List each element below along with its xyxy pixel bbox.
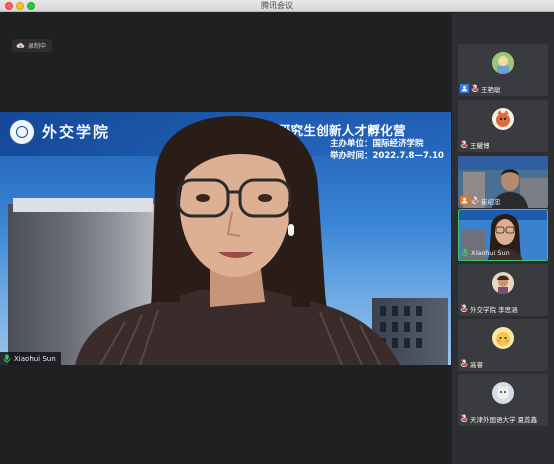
- participant-tile[interactable]: 崔绍忠: [458, 156, 548, 208]
- participant-name: 崔绍忠: [481, 197, 501, 206]
- mic-muted-icon: [460, 140, 468, 149]
- avatar: [492, 108, 514, 130]
- mic-muted-icon: [471, 84, 479, 93]
- participant-label: 崔绍忠: [460, 195, 501, 206]
- school-logo-icon: [8, 118, 36, 146]
- participant-name: 王耀博: [470, 141, 490, 150]
- participant-gallery: 王艳聪 王耀博 崔绍忠 Xiaohui Sun 外交学院 李思涵 高睿 天津外国…: [452, 13, 554, 464]
- speaker-name: Xiaohui Sun: [14, 354, 56, 363]
- participant-tile[interactable]: 天津外国语大学 夏蕊鑫: [458, 374, 548, 426]
- cohost-icon: [460, 196, 469, 205]
- mic-muted-icon: [460, 359, 468, 368]
- mic-muted-icon: [460, 304, 468, 313]
- recording-label: 录制中: [28, 43, 47, 50]
- participant-tile[interactable]: 王耀博: [458, 100, 548, 152]
- participant-label: 天津外国语大学 夏蕊鑫: [460, 413, 537, 424]
- participant-label: Xiaohui Sun: [461, 247, 510, 258]
- avatar: [492, 327, 514, 349]
- window-title: 腾讯会议: [261, 1, 293, 10]
- participant-name: 高睿: [470, 360, 483, 369]
- mic-speaking-icon: [3, 354, 11, 363]
- participant-name: 王艳聪: [481, 85, 501, 94]
- participant-name: Xiaohui Sun: [471, 248, 510, 257]
- participant-name: 外交学院 李思涵: [470, 305, 518, 314]
- meeting-window: 腾讯会议 录制中 外交学院 2年研究生创新人才孵化营 主办单位：国际经济学院 举…: [0, 0, 554, 464]
- speaker-video[interactable]: 外交学院 2年研究生创新人才孵化营 主办单位：国际经济学院 举办时间：2022.…: [0, 112, 451, 365]
- host-icon: [460, 84, 469, 93]
- participant-tile[interactable]: 外交学院 李思涵: [458, 264, 548, 316]
- title-bar: 腾讯会议: [0, 0, 554, 12]
- participant-tile[interactable]: 王艳聪: [458, 44, 548, 96]
- participant-label: 高睿: [460, 358, 483, 369]
- speaker-person: [75, 116, 400, 365]
- participant-label: 外交学院 李思涵: [460, 303, 518, 314]
- participant-tile[interactable]: 高睿: [458, 319, 548, 371]
- avatar: [492, 52, 514, 74]
- avatar: [492, 272, 514, 294]
- recording-indicator[interactable]: 录制中: [12, 39, 53, 52]
- participant-tile-active[interactable]: Xiaohui Sun: [458, 209, 548, 261]
- participant-label: 王艳聪: [460, 83, 501, 94]
- mic-muted-icon: [460, 414, 468, 423]
- speaker-name-tag: Xiaohui Sun: [0, 352, 61, 365]
- participant-label: 王耀博: [460, 139, 490, 150]
- cloud-record-icon: [16, 43, 25, 48]
- main-video-area: 录制中 外交学院 2年研究生创新人才孵化营 主办单位：国际经济学院 举办时间：2…: [0, 13, 451, 464]
- mic-speaking-icon: [461, 248, 469, 257]
- participant-name: 天津外国语大学 夏蕊鑫: [470, 415, 538, 424]
- avatar: [492, 382, 514, 404]
- mic-muted-icon: [471, 196, 479, 205]
